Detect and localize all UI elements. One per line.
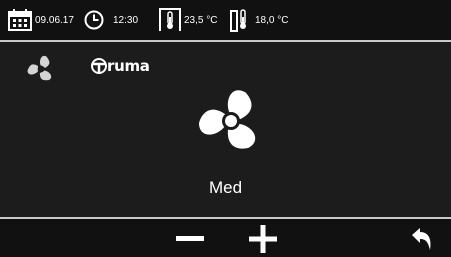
fan-level-label: Med	[208, 178, 243, 197]
brand-text: ruma	[107, 57, 150, 75]
bottom-bar	[0, 217, 451, 257]
minus-icon	[176, 236, 204, 241]
time-item[interactable]: 12:30	[84, 0, 138, 40]
date-text: 09.06.17	[35, 14, 74, 26]
fan-mode-icon[interactable]	[26, 54, 56, 84]
back-arrow-icon	[412, 228, 431, 250]
back-button[interactable]	[404, 223, 440, 255]
status-bar: 09.06.17 12:30 23,5 °C 18,0 °C	[0, 0, 451, 42]
decrease-button[interactable]	[170, 223, 210, 255]
indoor-temp-text: 23,5 °C	[184, 14, 218, 26]
plus-icon	[249, 225, 277, 253]
clock-icon	[84, 10, 104, 30]
calendar-icon	[8, 9, 32, 31]
outdoor-temp-text: 18,0 °C	[255, 14, 289, 26]
time-text: 12:30	[113, 14, 139, 26]
outdoor-temp-item[interactable]: 18,0 °C	[230, 0, 288, 40]
outdoor-thermometer-icon	[230, 9, 246, 32]
increase-button[interactable]	[243, 223, 283, 255]
indoor-temp-item[interactable]: 23,5 °C	[159, 0, 217, 40]
indoor-thermometer-icon	[159, 8, 181, 31]
truma-logo: ruma	[91, 56, 150, 76]
date-item[interactable]: 09.06.17	[8, 0, 74, 40]
truma-t-icon	[91, 58, 107, 74]
fan-icon	[199, 90, 256, 149]
